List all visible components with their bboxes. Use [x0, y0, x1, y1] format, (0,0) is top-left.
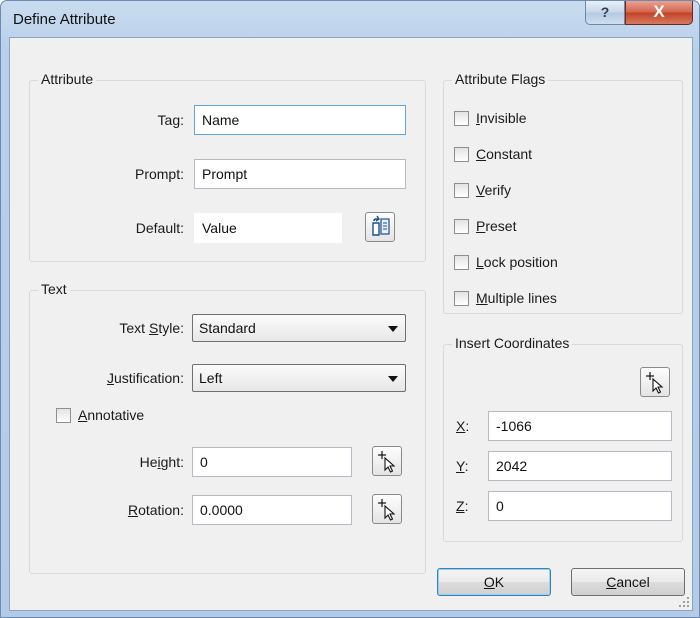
annotative-checkbox[interactable] — [56, 408, 71, 423]
flag-constant-checkbox[interactable] — [454, 147, 469, 162]
tag-input[interactable]: Name — [194, 105, 406, 135]
insert-field-icon — [372, 215, 390, 236]
prompt-input[interactable]: Prompt — [194, 159, 406, 189]
help-button[interactable]: ? — [585, 1, 625, 25]
dialog-body: Attribute Tag: Name Prompt: Prompt Defau… — [9, 37, 693, 611]
z-coord-label: Z: — [456, 498, 469, 514]
flag-preset-checkbox[interactable] — [454, 219, 469, 234]
flag-verify-checkbox[interactable] — [454, 183, 469, 198]
flag-multiple-lines-checkbox[interactable] — [454, 291, 469, 306]
title-bar[interactable]: Define Attribute ? X — [1, 1, 699, 37]
annotative-checkbox-row[interactable]: Annotative — [56, 406, 196, 426]
text-group-legend: Text — [38, 281, 70, 297]
height-input[interactable]: 0 — [192, 447, 352, 477]
flag-preset-row[interactable]: Preset — [454, 217, 654, 237]
y-coord-label: Y: — [456, 458, 469, 474]
default-input[interactable]: Value — [194, 213, 342, 243]
tag-label: Tag: — [157, 112, 184, 128]
ok-button[interactable]: OK — [437, 568, 551, 596]
rotation-label: Rotation: — [127, 502, 184, 518]
text-style-arrow-icon — [388, 326, 398, 332]
flag-multiple-lines-label: Multiple lines — [476, 290, 557, 306]
flag-lock-position-checkbox[interactable] — [454, 255, 469, 270]
height-label: Height: — [139, 454, 184, 470]
text-style-value: Standard — [199, 320, 256, 336]
justification-select[interactable]: Left — [192, 364, 406, 392]
justification-label: Justification: — [106, 370, 184, 386]
close-button[interactable]: X — [625, 1, 693, 25]
pick-rotation-button[interactable] — [372, 494, 402, 524]
justification-arrow-icon — [388, 376, 398, 382]
default-label: Default: — [135, 220, 184, 236]
z-coord-input[interactable]: 0 — [488, 491, 672, 521]
pick-point-icon — [646, 372, 664, 394]
flag-verify-label: Verify — [476, 182, 512, 198]
insert-coordinates-legend: Insert Coordinates — [452, 335, 573, 351]
flag-invisible-checkbox[interactable] — [454, 111, 469, 126]
x-coord-input[interactable]: -1066 — [488, 411, 672, 441]
pick-height-button[interactable] — [372, 446, 402, 476]
flag-multiple-lines-row[interactable]: Multiple lines — [454, 289, 654, 309]
text-style-select[interactable]: Standard — [192, 314, 406, 342]
y-coord-input[interactable]: 2042 — [488, 451, 672, 481]
attribute-group-legend: Attribute — [38, 71, 97, 87]
flag-verify-row[interactable]: Verify — [454, 181, 654, 201]
justification-value: Left — [199, 370, 223, 386]
text-group: Text Text Style: Standard Justification:… — [29, 281, 426, 574]
flag-lock-position-label: Lock position — [476, 254, 558, 270]
insert-field-button[interactable] — [365, 212, 395, 242]
flag-constant-row[interactable]: Constant — [454, 145, 654, 165]
x-coord-label: X: — [456, 418, 470, 434]
resize-grip-icon[interactable] — [678, 596, 690, 608]
insert-coordinates-group: Insert Coordinates X: -1066 Y: 2042 Z: 0 — [443, 335, 683, 542]
flag-invisible-row[interactable]: Invisible — [454, 109, 654, 129]
attribute-group: Attribute Tag: Name Prompt: Prompt Defau… — [29, 71, 426, 262]
attribute-flags-legend: Attribute Flags — [452, 71, 549, 87]
attribute-flags-group: Attribute Flags Invisible Constant Verif… — [443, 71, 683, 314]
define-attribute-dialog: Define Attribute ? X Attribute Tag: Name… — [0, 0, 700, 618]
cancel-button[interactable]: Cancel — [571, 568, 685, 596]
flag-lock-position-row[interactable]: Lock position — [454, 253, 654, 273]
flag-preset-label: Preset — [476, 218, 517, 234]
rotation-input[interactable]: 0.0000 — [192, 495, 352, 525]
pick-insertion-point-button[interactable] — [640, 367, 670, 397]
annotative-label: Annotative — [78, 407, 145, 423]
text-style-label: Text Style: — [119, 320, 184, 336]
pick-point-icon — [378, 451, 396, 473]
prompt-label: Prompt: — [134, 166, 184, 182]
pick-point-icon — [378, 499, 396, 521]
window-title: Define Attribute — [13, 11, 116, 28]
flag-constant-label: Constant — [476, 146, 533, 162]
flag-invisible-label: Invisible — [476, 110, 527, 126]
